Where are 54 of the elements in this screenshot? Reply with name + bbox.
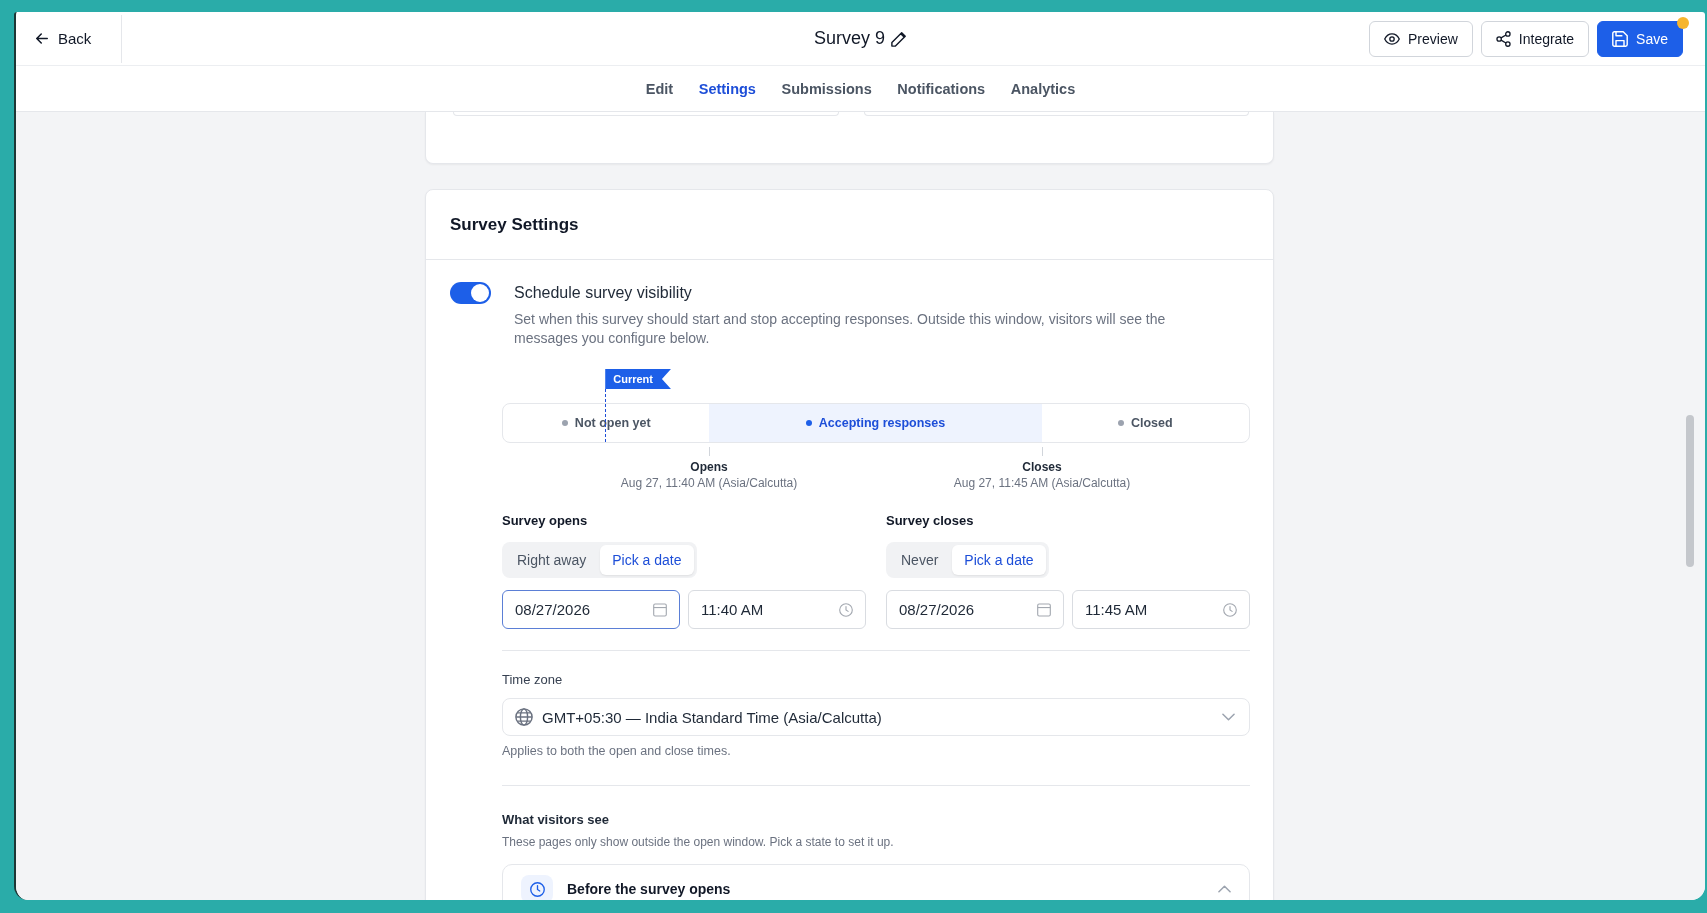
save-button[interactable]: Save: [1597, 20, 1683, 57]
chevron-up-icon[interactable]: [1218, 885, 1231, 893]
field-label: Time zone: [502, 671, 564, 689]
clock-tile-icon: [521, 875, 553, 900]
card-title: Survey Settings: [450, 214, 579, 235]
globe-icon: [515, 708, 533, 726]
pencil-icon[interactable]: [891, 30, 907, 47]
timeline-tick: [1041, 447, 1043, 456]
bound-time: Aug 27, 11:45 AM (Asia/Calcutta): [953, 475, 1131, 491]
segment-label: Closed: [1130, 416, 1173, 430]
state-card[interactable]: Before the survey opens: [502, 864, 1250, 900]
segment-option[interactable]: Right away: [505, 545, 599, 575]
date-field[interactable]: 08/27/2026: [886, 590, 1064, 629]
eye-icon: [1384, 32, 1400, 45]
date-field[interactable]: 08/27/2026: [502, 590, 680, 629]
bound-label: Opens: [690, 459, 728, 475]
chevron-down-icon[interactable]: [1222, 713, 1235, 721]
back-button[interactable]: Back: [16, 14, 123, 63]
calendar-icon[interactable]: [653, 602, 667, 617]
bound-label: Closes: [1022, 459, 1062, 475]
toggle-switch[interactable]: [450, 282, 491, 304]
nav-tab[interactable]: Analytics: [997, 74, 1089, 103]
section-description: These pages only show outside the open window. Pick a state to set it up.: [502, 834, 895, 851]
time-zone-select[interactable]: GMT+05:30 — India Standard Time (Asia/Calcutta): [502, 698, 1250, 736]
field-label: Survey opens: [502, 512, 589, 530]
arrow-left-icon: [36, 33, 48, 44]
nav-tab[interactable]: Submissions: [768, 74, 885, 103]
bound-time: Aug 27, 11:40 AM (Asia/Calcutta): [620, 475, 798, 491]
clock-icon: [839, 602, 853, 617]
segment-option[interactable]: Never: [889, 545, 951, 575]
current-flag: Current: [605, 369, 671, 389]
setting-label: Schedule survey visibility: [514, 283, 693, 303]
state-title: Before the survey opens: [567, 880, 732, 899]
scrollbar-thumb[interactable]: [1686, 415, 1694, 567]
setting-description: Set when this survey should start and stop accepting responses. Outside this window, visitors will see the messages you configure below.: [514, 310, 1167, 348]
time-field[interactable]: 11:40 AM: [688, 590, 866, 629]
field-label: Survey closes: [886, 512, 975, 530]
nav-tab[interactable]: Settings: [685, 74, 769, 103]
survey-title: Survey 9: [813, 28, 885, 49]
timeline-tick: [708, 447, 710, 456]
calendar-icon[interactable]: [1037, 602, 1051, 617]
time-field[interactable]: 11:45 AM: [1072, 590, 1250, 629]
helper-text: Applies to both the open and close times.: [502, 743, 732, 760]
share-icon: [1495, 30, 1511, 47]
segment-option[interactable]: Pick a date: [952, 545, 1046, 575]
segment-label: Accepting responses: [818, 416, 946, 430]
segment-label: Not open yet: [574, 416, 651, 430]
nav-tab[interactable]: Notifications: [884, 74, 998, 103]
preview-button[interactable]: Preview: [1369, 20, 1473, 57]
nav-tab[interactable]: Edit: [632, 74, 686, 103]
section-title: What visitors see: [502, 811, 610, 829]
segment-option[interactable]: Pick a date: [600, 545, 694, 575]
clock-icon: [1223, 602, 1237, 617]
integrate-button[interactable]: Integrate: [1480, 20, 1590, 57]
